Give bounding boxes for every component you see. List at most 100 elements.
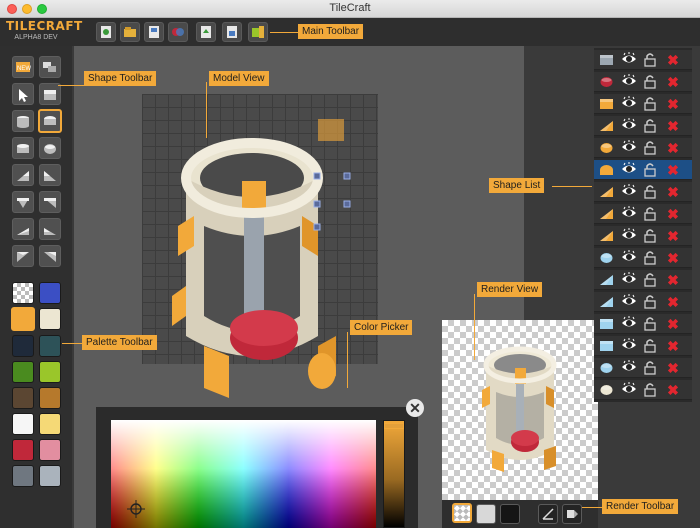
shape-list-item[interactable]: ✖	[594, 72, 692, 92]
cylinder-h-tool-button[interactable]	[38, 109, 62, 133]
shape-list-item[interactable]: ✖	[594, 94, 692, 114]
visibility-eye-icon[interactable]	[621, 162, 637, 176]
delete-shape-button[interactable]: ✖	[666, 116, 680, 136]
visibility-eye-icon[interactable]	[621, 74, 637, 88]
shape-list-item[interactable]: ✖	[594, 336, 692, 356]
shape-list-item[interactable]: ✖	[594, 160, 692, 180]
lock-icon[interactable]	[644, 118, 656, 133]
delete-shape-button[interactable]: ✖	[666, 94, 680, 114]
shape-list-item[interactable]: ✖	[594, 138, 692, 158]
import-button[interactable]	[168, 22, 188, 42]
dark-bg-button[interactable]	[500, 504, 520, 524]
shape-list-item[interactable]: ✖	[594, 292, 692, 312]
shape-list-item[interactable]: ✖	[594, 50, 692, 70]
delete-shape-button[interactable]: ✖	[666, 50, 680, 70]
delete-shape-button[interactable]: ✖	[666, 204, 680, 224]
brightness-slider-handle[interactable]	[384, 423, 404, 429]
palette-swatch-transparent[interactable]	[12, 282, 34, 304]
shape-list-item[interactable]: ✖	[594, 204, 692, 224]
visibility-eye-icon[interactable]	[621, 184, 637, 198]
lock-icon[interactable]	[644, 96, 656, 111]
prism-a-tool-button[interactable]	[12, 164, 34, 186]
checker-bg-button[interactable]	[452, 503, 472, 523]
export-button[interactable]	[196, 22, 216, 42]
palette-swatch-red[interactable]	[12, 439, 34, 461]
shape-list-item[interactable]: ✖	[594, 226, 692, 246]
palette-swatch-navy[interactable]	[12, 335, 34, 357]
export-png-button[interactable]	[222, 22, 242, 42]
lock-icon[interactable]	[644, 272, 656, 287]
visibility-eye-icon[interactable]	[621, 52, 637, 66]
lock-icon[interactable]	[644, 74, 656, 89]
palette-swatch-tan[interactable]	[39, 387, 61, 409]
visibility-eye-icon[interactable]	[621, 316, 637, 330]
delete-shape-button[interactable]: ✖	[666, 138, 680, 158]
settings-button[interactable]	[248, 22, 268, 42]
duplicate-shape-button[interactable]	[39, 56, 61, 78]
palette-swatch-green[interactable]	[12, 361, 34, 383]
lock-icon[interactable]	[644, 162, 656, 177]
visibility-eye-icon[interactable]	[621, 96, 637, 110]
visibility-eye-icon[interactable]	[621, 118, 637, 132]
visibility-eye-icon[interactable]	[621, 206, 637, 220]
shape-list-item[interactable]: ✖	[594, 270, 692, 290]
visibility-eye-icon[interactable]	[621, 272, 637, 286]
crosshair-icon[interactable]	[127, 500, 145, 518]
cylinder-side-tool-button[interactable]	[12, 137, 34, 159]
palette-swatch-teal[interactable]	[39, 335, 61, 357]
delete-shape-button[interactable]: ✖	[666, 226, 680, 246]
cylinder-v-tool-button[interactable]	[12, 110, 34, 132]
lock-icon[interactable]	[644, 228, 656, 243]
lock-icon[interactable]	[644, 316, 656, 331]
palette-swatch-cream[interactable]	[39, 308, 61, 330]
palette-swatch-blue[interactable]	[39, 282, 61, 304]
palette-swatch-gray[interactable]	[12, 465, 34, 487]
lock-icon[interactable]	[644, 140, 656, 155]
delete-shape-button[interactable]: ✖	[666, 336, 680, 356]
visibility-eye-icon[interactable]	[621, 228, 637, 242]
delete-shape-button[interactable]: ✖	[666, 292, 680, 312]
lock-icon[interactable]	[644, 250, 656, 265]
delete-shape-button[interactable]: ✖	[666, 160, 680, 180]
visibility-eye-icon[interactable]	[621, 294, 637, 308]
palette-swatch-pink[interactable]	[39, 439, 61, 461]
delete-shape-button[interactable]: ✖	[666, 72, 680, 92]
light-bg-button[interactable]	[476, 504, 496, 524]
open-file-button[interactable]	[120, 22, 140, 42]
wedge-b-tool-button[interactable]	[39, 218, 61, 240]
camera-angle-button[interactable]	[538, 504, 558, 524]
visibility-eye-icon[interactable]	[621, 140, 637, 154]
palette-swatch-lime[interactable]	[39, 361, 61, 383]
wedge-a-tool-button[interactable]	[12, 218, 34, 240]
color-picker-close-button[interactable]: ✕	[406, 399, 424, 417]
color-spectrum[interactable]	[111, 420, 376, 528]
palette-swatch-orange[interactable]	[11, 307, 35, 331]
lock-icon[interactable]	[644, 294, 656, 309]
visibility-eye-icon[interactable]	[621, 360, 637, 374]
lock-icon[interactable]	[644, 360, 656, 375]
color-picker[interactable]	[96, 407, 418, 528]
new-file-button[interactable]	[96, 22, 116, 42]
lock-icon[interactable]	[644, 338, 656, 353]
sphere-tool-button[interactable]	[39, 137, 61, 159]
lock-icon[interactable]	[644, 382, 656, 397]
shape-list-item[interactable]: ✖	[594, 182, 692, 202]
visibility-eye-icon[interactable]	[621, 382, 637, 396]
prism-d-tool-button[interactable]	[39, 191, 61, 213]
shape-list-item[interactable]: ✖	[594, 380, 692, 400]
render-export-button[interactable]	[562, 504, 582, 524]
delete-shape-button[interactable]: ✖	[666, 182, 680, 202]
shape-list-item[interactable]: ✖	[594, 314, 692, 334]
wedge-c-tool-button[interactable]	[12, 245, 34, 267]
delete-shape-button[interactable]: ✖	[666, 270, 680, 290]
palette-swatch-light-gray[interactable]	[39, 465, 61, 487]
visibility-eye-icon[interactable]	[621, 250, 637, 264]
shape-list-item[interactable]: ✖	[594, 248, 692, 268]
pointer-tool-button[interactable]	[12, 83, 34, 105]
shape-list-item[interactable]: ✖	[594, 358, 692, 378]
prism-c-tool-button[interactable]	[12, 191, 34, 213]
wedge-d-tool-button[interactable]	[39, 245, 61, 267]
lock-icon[interactable]	[644, 206, 656, 221]
delete-shape-button[interactable]: ✖	[666, 358, 680, 378]
new-shape-button[interactable]: NEW	[12, 56, 34, 78]
